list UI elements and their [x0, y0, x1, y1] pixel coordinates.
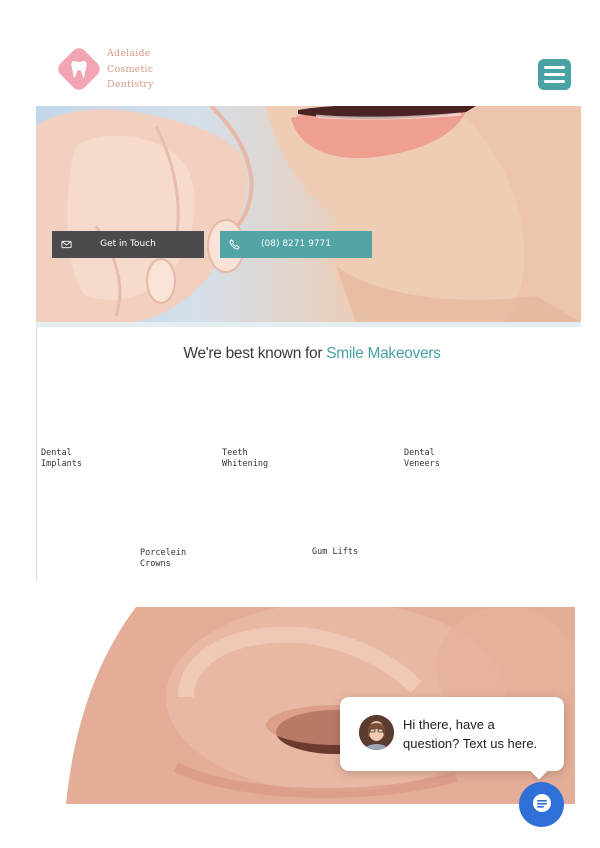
service-label-line: Teeth [222, 448, 248, 458]
chat-message: Hi there, have a question? Text us here. [403, 715, 553, 753]
service-label-line: Veneers [404, 459, 440, 469]
hero-divider [36, 322, 581, 327]
hero-image [36, 106, 581, 322]
service-label-line: Implants [41, 459, 82, 469]
get-in-touch-button[interactable]: Get in Touch [52, 231, 204, 258]
hamburger-icon [544, 80, 565, 83]
avatar-illustration [359, 715, 394, 750]
service-label-line: Gum Lifts [312, 547, 359, 557]
service-label-line: Crowns [140, 559, 171, 569]
logo-line: Cosmetic [107, 63, 154, 75]
phone-button[interactable]: (08) 8271 9771 [220, 231, 372, 258]
service-teeth-whitening[interactable]: Teeth Whitening [222, 448, 332, 470]
chat-icon [533, 794, 551, 812]
chat-message-line: question? Text us here. [403, 736, 538, 751]
menu-button[interactable] [538, 59, 571, 90]
avatar [359, 715, 394, 750]
hamburger-icon [544, 73, 565, 76]
hamburger-icon [544, 66, 565, 69]
get-in-touch-label: Get in Touch [100, 239, 156, 249]
logo-line: Dentistry [107, 79, 154, 90]
service-label-line: Dental [404, 448, 435, 458]
content-left-rule [36, 327, 37, 582]
service-label-line: Whitening [222, 459, 269, 469]
service-dental-implants[interactable]: Dental Implants [41, 448, 151, 470]
tooth-icon [71, 61, 87, 78]
section-title-prefix: We're best known for [183, 345, 327, 362]
phone-number-label: (08) 8271 9771 [260, 239, 331, 249]
logo-text: Adelaide Cosmetic Dentistry [107, 46, 187, 93]
service-gum-lifts[interactable]: Gum Lifts [312, 547, 422, 558]
hero-illustration [36, 106, 581, 322]
logo-line: Adelaide [107, 48, 151, 59]
service-label-line: Dental [41, 448, 72, 458]
section-title-highlight: Smile Makeovers [326, 345, 441, 362]
service-porcelain-crowns[interactable]: Porcelein Crowns [140, 548, 250, 570]
chat-message-line: Hi there, have a [403, 717, 495, 732]
service-dental-veneers[interactable]: Dental Veneers [404, 448, 514, 470]
service-label-line: Porcelein [140, 548, 187, 558]
section-title: We're best known for Smile Makeovers [0, 345, 600, 363]
